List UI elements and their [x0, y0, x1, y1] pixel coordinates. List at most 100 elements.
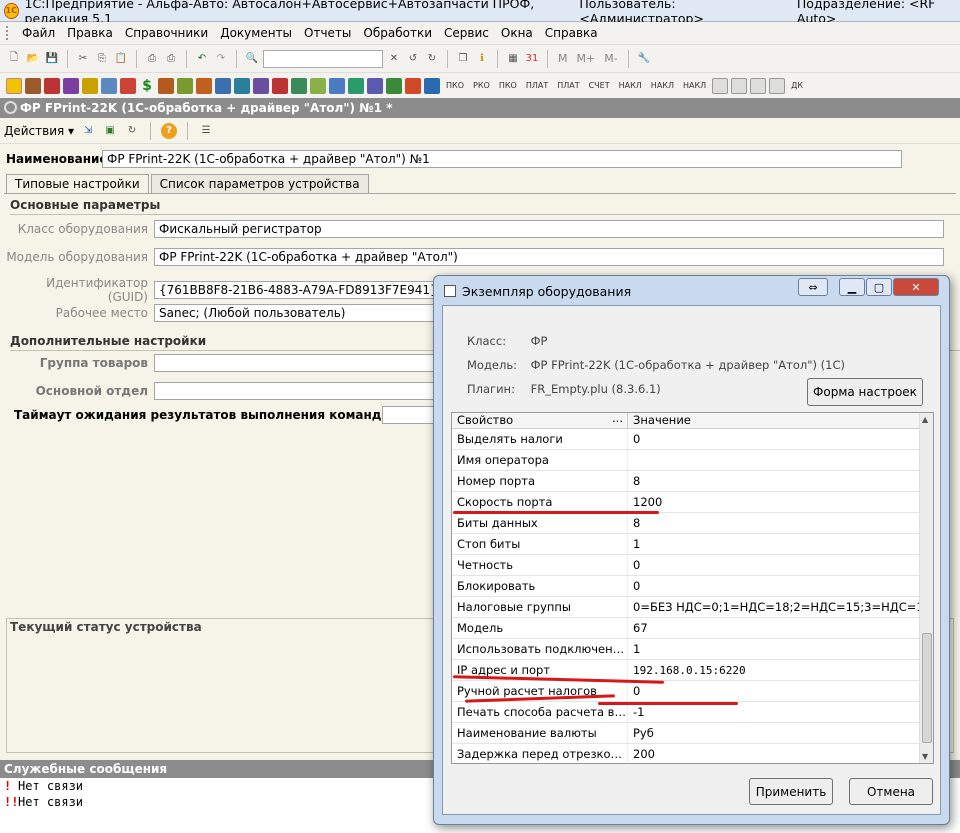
menu-processing[interactable]: Обработки: [357, 26, 438, 40]
table-row[interactable]: Четность 0: [452, 555, 933, 576]
property-value[interactable]: 0: [628, 579, 640, 593]
plat-button[interactable]: ПЛАТ: [523, 81, 551, 90]
grid-scrollbar[interactable]: ▲ ▼: [919, 413, 933, 763]
search-next-icon[interactable]: ↺: [405, 51, 421, 67]
property-value[interactable]: Руб: [628, 726, 654, 740]
save-and-close-icon[interactable]: ⇲: [80, 123, 96, 139]
table-row[interactable]: Имя оператора: [452, 450, 933, 471]
document-icon-4[interactable]: [769, 77, 786, 94]
property-value[interactable]: 0: [628, 684, 640, 698]
menu-edit[interactable]: Правка: [61, 26, 119, 40]
table-row[interactable]: Номер порта 8: [452, 471, 933, 492]
memory-button[interactable]: M: [555, 52, 571, 65]
settings-list-icon[interactable]: ☰: [198, 123, 214, 139]
apply-button[interactable]: Применить: [749, 778, 833, 805]
keys-icon[interactable]: [82, 77, 98, 94]
equipment-class-field[interactable]: Фискальный регистратор: [154, 220, 944, 238]
maximize-icon[interactable]: ▢: [866, 278, 892, 296]
table-row[interactable]: Модель 67: [452, 618, 933, 639]
open-icon[interactable]: 📂: [25, 51, 41, 67]
memory-subtract-button[interactable]: M-: [601, 52, 620, 65]
property-value[interactable]: 192.168.0.15:6220: [628, 664, 746, 677]
table-row[interactable]: Блокировать 0: [452, 576, 933, 597]
property-value[interactable]: 0: [628, 432, 640, 446]
property-value[interactable]: 8: [628, 516, 640, 530]
document-icon-2[interactable]: [731, 77, 748, 94]
print-icon[interactable]: ⎙: [144, 51, 160, 67]
calendar-icon[interactable]: 31: [524, 51, 540, 67]
box-icon[interactable]: [63, 77, 79, 94]
add-icon[interactable]: [310, 77, 326, 94]
monitor-icon[interactable]: [291, 77, 307, 94]
actions-menu-button[interactable]: Действия ▾: [4, 124, 74, 138]
stock-icon[interactable]: [348, 77, 364, 94]
document-icon-3[interactable]: [750, 77, 767, 94]
windows-icon[interactable]: ❐: [455, 51, 471, 67]
dk-button[interactable]: ДК: [788, 81, 806, 90]
menu-reports[interactable]: Отчеты: [298, 26, 357, 40]
rko-button[interactable]: РКО: [470, 81, 493, 90]
plus-document-icon[interactable]: [424, 77, 440, 94]
book-icon[interactable]: [158, 77, 174, 94]
column-value[interactable]: Значение: [628, 413, 691, 428]
paste-icon[interactable]: 📋: [113, 51, 129, 67]
pko-button[interactable]: ПКО: [443, 81, 467, 90]
copy-icon[interactable]: ⎘: [94, 51, 110, 67]
property-value[interactable]: 1200: [628, 495, 662, 509]
warehouse-icon[interactable]: [329, 77, 345, 94]
undo-icon[interactable]: ↶: [194, 51, 210, 67]
waybill-button[interactable]: НАКЛ: [616, 81, 645, 90]
dollar-icon[interactable]: $: [139, 78, 155, 94]
plat-button-2[interactable]: ПЛАТ: [554, 81, 582, 90]
new-document-icon[interactable]: 🗋: [6, 51, 22, 67]
search-clear-icon[interactable]: ✕: [386, 51, 402, 67]
cancel-button[interactable]: Отмена: [849, 778, 933, 805]
people-icon[interactable]: [101, 77, 117, 94]
car-icon[interactable]: [234, 77, 250, 94]
table-row[interactable]: Налоговые группы 0=БЕЗ НДС=0;1=НДС=18;2=Н…: [452, 597, 933, 618]
preview-icon[interactable]: ⎙: [163, 51, 179, 67]
property-value[interactable]: 0: [628, 558, 640, 572]
folder-icon[interactable]: [177, 77, 193, 94]
redo-icon[interactable]: ↷: [213, 51, 229, 67]
pko-button-2[interactable]: ПКО: [496, 81, 520, 90]
find-icon[interactable]: 🔍: [244, 51, 260, 67]
property-value[interactable]: 200: [628, 747, 655, 761]
table-row[interactable]: Задержка перед отрезкой (мс.)200: [452, 744, 933, 763]
bars-icon[interactable]: [386, 77, 402, 94]
chart-icon[interactable]: [120, 77, 136, 94]
write-icon[interactable]: ▣: [102, 123, 118, 139]
save-icon[interactable]: 💾: [44, 51, 60, 67]
cut-icon[interactable]: ✂: [75, 51, 91, 67]
scroll-up-icon[interactable]: ▲: [922, 415, 928, 424]
waybill-button-3[interactable]: НАКЛ: [680, 81, 709, 90]
tab-device-parameters[interactable]: Список параметров устройства: [150, 174, 369, 194]
company-icon[interactable]: [25, 77, 41, 94]
refresh-icon[interactable]: ↻: [124, 123, 140, 139]
users-icon[interactable]: [215, 77, 231, 94]
list-icon[interactable]: [196, 77, 212, 94]
restore-arrows-icon[interactable]: ⇔: [798, 278, 828, 296]
calculator-icon[interactable]: ▦: [505, 51, 521, 67]
menu-help[interactable]: Справка: [539, 26, 604, 40]
property-value[interactable]: 1: [628, 642, 640, 656]
settings-form-button[interactable]: Форма настроек: [807, 378, 923, 406]
name-input[interactable]: ФР FPrint-22K (1С-обработка + драйвер "А…: [102, 150, 902, 168]
table-row[interactable]: Наименование валюты Руб: [452, 723, 933, 744]
invoice-button[interactable]: СЧЕТ: [586, 81, 613, 90]
table-row[interactable]: Использовать подключение по сети1: [452, 639, 933, 660]
transfer-icon[interactable]: [367, 77, 383, 94]
search-input[interactable]: [263, 49, 383, 68]
tool-icon[interactable]: [253, 77, 269, 94]
property-value[interactable]: 0=БЕЗ НДС=0;1=НДС=18;2=НДС=15;3=НДС=10: [628, 600, 931, 614]
column-property[interactable]: Свойство: [452, 413, 628, 428]
building-icon[interactable]: [44, 77, 60, 94]
help-icon[interactable]: ?: [161, 122, 178, 139]
table-row[interactable]: Скорость порта 1200: [452, 492, 933, 513]
table-row[interactable]: Выделять налоги 0: [452, 429, 933, 450]
property-value[interactable]: -1: [628, 705, 644, 719]
menu-catalogs[interactable]: Справочники: [119, 26, 214, 40]
equipment-model-field[interactable]: ФР FPrint-22K (1С-обработка + драйвер "А…: [154, 248, 944, 266]
menu-service[interactable]: Сервис: [438, 26, 495, 40]
property-value[interactable]: 67: [628, 621, 648, 635]
